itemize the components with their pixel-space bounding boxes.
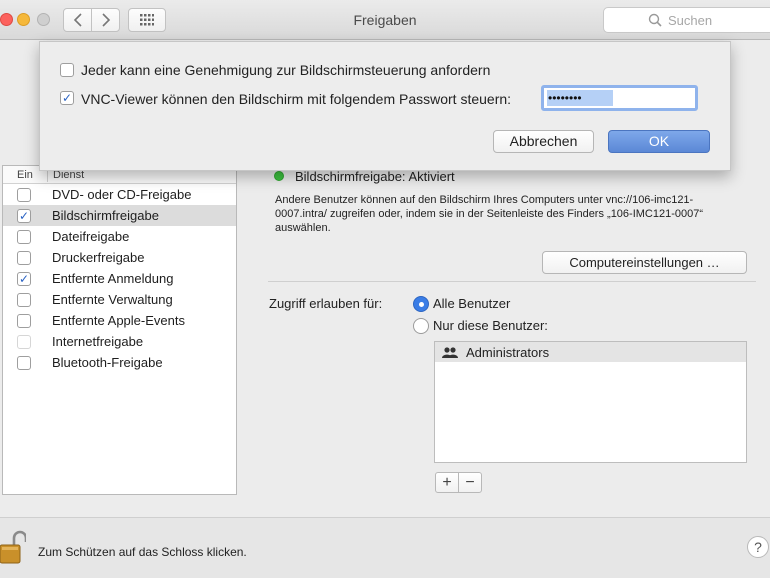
search-placeholder: Suchen: [668, 13, 713, 28]
list-item[interactable]: Bildschirmfreigabe: [3, 205, 236, 226]
list-item[interactable]: Druckerfreigabe: [3, 247, 236, 268]
service-checkbox[interactable]: [17, 314, 31, 328]
list-item[interactable]: Administrators: [435, 342, 746, 362]
list-item[interactable]: Internetfreigabe: [3, 331, 236, 352]
service-checkbox[interactable]: [17, 188, 31, 202]
service-description: Andere Benutzer können auf den Bildschir…: [275, 194, 704, 234]
divider: [268, 281, 756, 282]
user-group-icon: [442, 347, 458, 358]
service-checkbox: [17, 335, 31, 349]
service-checkbox[interactable]: [17, 293, 31, 307]
request-permission-label[interactable]: Jeder kann eine Genehmigung zur Bildschi…: [81, 62, 490, 78]
status-indicator: [274, 171, 284, 181]
status-text: Bildschirmfreigabe: Aktiviert: [295, 169, 455, 184]
users-list[interactable]: Administrators: [434, 341, 747, 463]
list-item[interactable]: Entfernte Verwaltung: [3, 289, 236, 310]
computer-settings-button[interactable]: Computereinstellungen …: [542, 251, 747, 274]
service-label: Entfernte Anmeldung: [52, 271, 174, 286]
service-checkbox[interactable]: [17, 230, 31, 244]
add-user-button[interactable]: +: [435, 472, 459, 493]
service-label: DVD- oder CD-Freigabe: [52, 187, 192, 202]
user-group-label: Administrators: [466, 345, 550, 360]
service-label: Bluetooth-Freigabe: [52, 355, 163, 370]
service-label: Bildschirmfreigabe: [52, 208, 159, 223]
service-checkbox[interactable]: [17, 251, 31, 265]
service-checkbox[interactable]: [17, 356, 31, 370]
title-bar: Freigaben Suchen: [0, 0, 770, 40]
service-label: Entfernte Verwaltung: [52, 292, 173, 307]
vnc-password-checkbox[interactable]: [60, 91, 74, 105]
vnc-password-label[interactable]: VNC-Viewer können den Bildschirm mit fol…: [81, 91, 511, 107]
service-checkbox[interactable]: [17, 209, 31, 223]
service-label: Druckerfreigabe: [52, 250, 145, 265]
radio-only-these-users-label[interactable]: Nur diese Benutzer:: [433, 318, 548, 333]
radio-all-users-label[interactable]: Alle Benutzer: [433, 296, 510, 311]
service-label: Entfernte Apple-Events: [52, 313, 185, 328]
list-item[interactable]: Entfernte Apple-Events: [3, 310, 236, 331]
footer-bar: Zum Schützen auf das Schloss klicken. ?: [0, 517, 770, 578]
vnc-password-input[interactable]: ••••••••: [541, 85, 698, 111]
search-field[interactable]: Suchen: [603, 7, 770, 33]
access-label: Zugriff erlauben für:: [269, 296, 383, 311]
radio-all-users[interactable]: [413, 296, 429, 312]
cancel-button[interactable]: Abbrechen: [493, 130, 594, 153]
list-item[interactable]: Bluetooth-Freigabe: [3, 352, 236, 373]
ok-button[interactable]: OK: [608, 130, 710, 153]
password-value: ••••••••: [547, 90, 613, 106]
service-checkbox[interactable]: [17, 272, 31, 286]
remove-user-button[interactable]: −: [458, 472, 482, 493]
unlocked-padlock-icon[interactable]: [0, 530, 26, 564]
services-list[interactable]: Ein Dienst DVD- oder CD-FreigabeBildschi…: [2, 165, 237, 495]
vnc-settings-sheet: Jeder kann eine Genehmigung zur Bildschi…: [39, 41, 731, 171]
list-item[interactable]: Dateifreigabe: [3, 226, 236, 247]
list-item[interactable]: DVD- oder CD-Freigabe: [3, 184, 236, 205]
radio-only-these-users[interactable]: [413, 318, 429, 334]
column-header-on[interactable]: Ein: [17, 169, 33, 181]
service-label: Internetfreigabe: [52, 334, 144, 349]
list-item[interactable]: Entfernte Anmeldung: [3, 268, 236, 289]
request-permission-checkbox[interactable]: [60, 63, 74, 77]
service-label: Dateifreigabe: [52, 229, 130, 244]
lock-hint-text: Zum Schützen auf das Schloss klicken.: [38, 545, 247, 559]
search-icon: [648, 13, 662, 27]
help-button[interactable]: ?: [747, 536, 769, 558]
